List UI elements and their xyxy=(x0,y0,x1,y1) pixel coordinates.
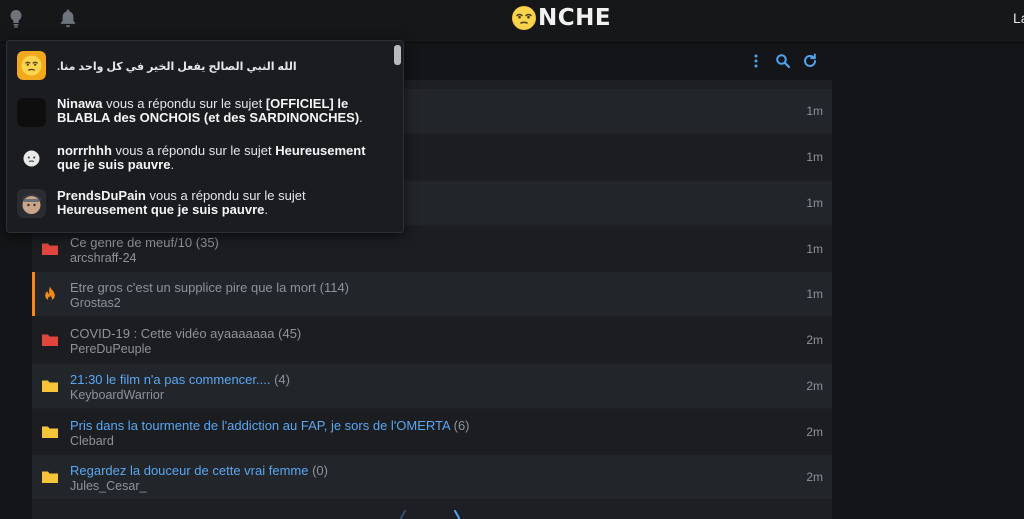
red-folder-icon xyxy=(42,243,58,255)
notification-item[interactable]: norrrhhh vous a répondu sur le sujet Heu… xyxy=(17,143,387,175)
notification-text: الله النبي الصالح يفعل الخير في كل واحد … xyxy=(57,61,297,73)
topic-title[interactable]: Etre gros c'est un supplice pire que la … xyxy=(70,280,349,295)
yellow-folder-icon xyxy=(42,471,58,483)
user-avatar xyxy=(23,150,40,167)
topic-reply-count: (35) xyxy=(195,235,219,250)
notification-text: norrrhhh vous a répondu sur le sujet Heu… xyxy=(57,143,366,172)
user-menu-label[interactable]: La xyxy=(1013,10,1024,26)
topic-time: 2m xyxy=(806,333,823,347)
fire-icon xyxy=(45,286,55,301)
topic-author[interactable]: PereDuPeuple xyxy=(70,342,151,356)
scrollbar-thumb[interactable] xyxy=(394,45,401,65)
topic-reply-count: (45) xyxy=(278,326,302,341)
site-logo[interactable]: NCHE xyxy=(511,4,611,32)
search-icon[interactable] xyxy=(774,52,792,70)
topic-title[interactable]: 21:30 le film n'a pas commencer.... (4) xyxy=(70,372,290,387)
topic-time: 1m xyxy=(806,242,823,256)
topic-title[interactable]: Regardez la douceur de cette vrai femme … xyxy=(70,463,328,478)
topic-time: 1m xyxy=(806,287,823,301)
refresh-icon[interactable] xyxy=(801,52,819,70)
topic-time: 2m xyxy=(806,470,823,484)
notification-username[interactable]: PrendsDuPain xyxy=(57,188,146,203)
notification-text: Ninawa vous a répondu sur le sujet [OFFI… xyxy=(57,96,363,125)
bell-icon[interactable] xyxy=(57,7,79,29)
notification-item[interactable]: Ninawa vous a répondu sur le sujet [OFFI… xyxy=(17,96,387,128)
user-avatar xyxy=(17,98,46,127)
topic-author[interactable]: KeyboardWarrior xyxy=(70,388,164,402)
topic-row[interactable]: 21:30 le film n'a pas commencer.... (4) … xyxy=(32,364,832,408)
topic-row[interactable]: Pris dans la tourmente de l'addiction au… xyxy=(32,410,832,454)
topic-author[interactable]: Clebard xyxy=(70,434,114,448)
user-avatar xyxy=(17,189,46,218)
topic-row-hot[interactable]: Etre gros c'est un supplice pire que la … xyxy=(32,272,832,316)
more-vertical-icon[interactable] xyxy=(747,52,765,70)
topic-time: 2m xyxy=(806,425,823,439)
topic-reply-count: (4) xyxy=(274,372,290,387)
onche-avatar xyxy=(17,51,46,80)
topic-row[interactable]: COVID-19 : Cette vidéo ayaaaaaaa (45) Pe… xyxy=(32,318,832,362)
notification-text: PrendsDuPain vous a répondu sur le sujet… xyxy=(57,188,306,217)
topic-reply-count: (114) xyxy=(319,280,350,295)
next-page-icon[interactable] xyxy=(452,510,462,519)
topic-row[interactable]: Ce genre de meuf/10 (35) arcshraff-24 1m xyxy=(32,227,832,271)
topic-row[interactable]: Regardez la douceur de cette vrai femme … xyxy=(32,455,832,499)
notification-item[interactable]: PrendsDuPain vous a répondu sur le sujet… xyxy=(17,188,387,220)
notification-username[interactable]: Ninawa xyxy=(57,96,103,111)
topic-author[interactable]: Jules_Cesar_ xyxy=(70,479,146,493)
topic-time: 2m xyxy=(806,379,823,393)
topic-author[interactable]: arcshraff-24 xyxy=(70,251,136,265)
notification-item[interactable]: الله النبي الصالح يفعل الخير في كل واحد … xyxy=(17,51,387,81)
yellow-folder-icon xyxy=(42,426,58,438)
topic-reply-count: (6) xyxy=(453,418,470,433)
topic-reply-count: (0) xyxy=(312,463,328,478)
yellow-folder-icon xyxy=(42,380,58,392)
notification-username[interactable]: norrrhhh xyxy=(57,143,112,158)
previous-page-icon[interactable] xyxy=(398,510,408,519)
topic-title[interactable]: Ce genre de meuf/10 (35) xyxy=(70,235,219,250)
notification-topic[interactable]: Heureusement que je suis pauvre xyxy=(57,202,264,217)
onche-face-logo-icon xyxy=(512,6,536,30)
topic-time: 1m xyxy=(806,104,823,118)
top-bar: NCHE La xyxy=(0,0,1024,43)
topic-time: 1m xyxy=(806,196,823,210)
topic-author[interactable]: Grostas2 xyxy=(70,296,121,310)
lightbulb-icon[interactable] xyxy=(5,7,27,29)
topic-title[interactable]: COVID-19 : Cette vidéo ayaaaaaaa (45) xyxy=(70,326,301,341)
red-folder-icon xyxy=(42,334,58,346)
topic-title[interactable]: Pris dans la tourmente de l'addiction au… xyxy=(70,418,470,433)
logo-text: NCHE xyxy=(538,5,612,31)
notifications-dropdown: الله النبي الصالح يفعل الخير في كل واحد … xyxy=(6,40,404,233)
topic-time: 1m xyxy=(806,150,823,164)
